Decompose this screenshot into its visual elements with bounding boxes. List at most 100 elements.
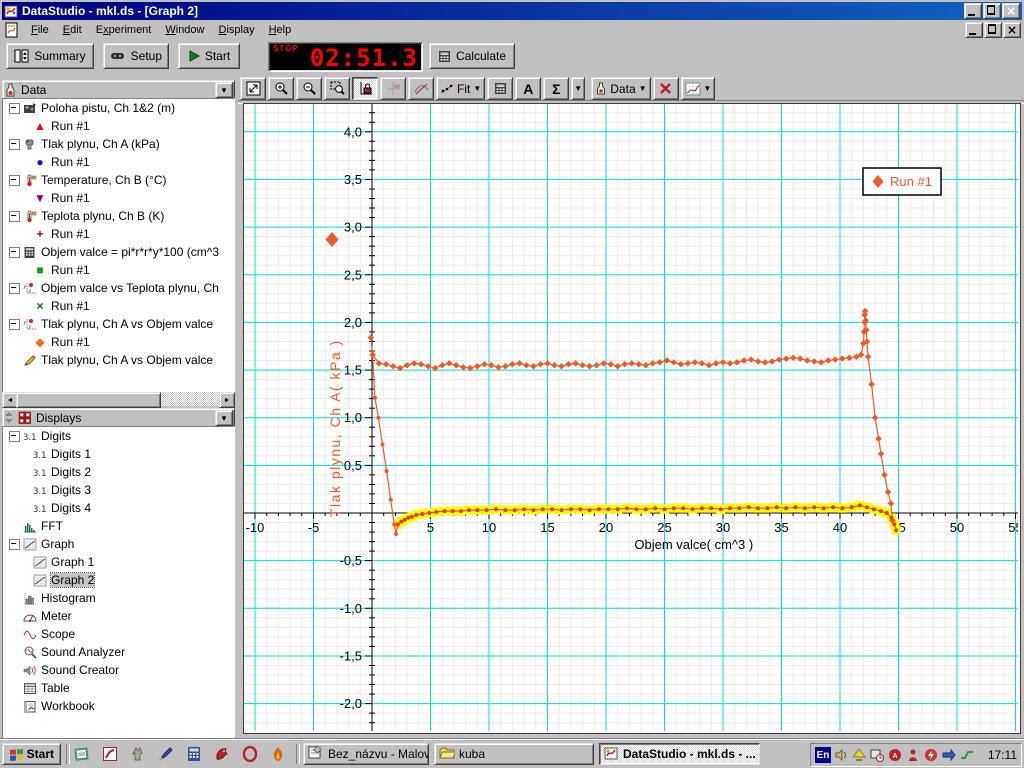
menu-help[interactable]: Help xyxy=(262,22,299,38)
zoom-select-button[interactable] xyxy=(324,77,350,100)
statistics-dropdown-button[interactable]: ▼ xyxy=(571,77,585,100)
tray-schedule-icon[interactable] xyxy=(869,747,885,763)
title-bar[interactable]: DataStudio - mkl.ds - [Graph 2] × xyxy=(2,2,1022,20)
displays-tree-child-item[interactable]: 3.14Digits 3 xyxy=(3,481,234,499)
calculator-tool-button[interactable] xyxy=(487,77,513,100)
zoom-in-button[interactable] xyxy=(268,77,294,100)
menu-file[interactable]: File xyxy=(24,22,56,38)
displays-panel-header[interactable]: Displays ▼ xyxy=(2,408,235,428)
data-tree-child-item[interactable]: +Run #1 xyxy=(3,225,234,243)
plot-area[interactable]: -10-5510152025303540455055-2,0-1,5-1,0-0… xyxy=(243,103,1021,734)
scroll-right-button[interactable]: ► xyxy=(219,392,235,408)
remove-button[interactable] xyxy=(653,77,679,100)
quicklaunch-hand-icon[interactable] xyxy=(128,745,147,763)
tray-volume-icon[interactable] xyxy=(833,747,849,763)
child-restore-button[interactable] xyxy=(984,22,1002,38)
minimize-button[interactable] xyxy=(964,3,982,19)
tray-wedge-icon[interactable] xyxy=(851,747,867,763)
data-tree-item[interactable]: Tlak plynu, Ch A vs Objem valce xyxy=(3,351,234,369)
collapse-box[interactable] xyxy=(9,431,20,442)
collapse-box[interactable] xyxy=(9,319,20,330)
quicklaunch-fire-icon[interactable] xyxy=(268,745,287,763)
menu-display[interactable]: Display xyxy=(212,22,262,38)
start-menu-button[interactable]: Start xyxy=(2,743,61,765)
displays-tree-item[interactable]: Graph xyxy=(3,535,234,553)
collapse-box[interactable] xyxy=(9,175,20,186)
data-tree-child-item[interactable]: ■Run #1 xyxy=(3,261,234,279)
displays-tree-child-item[interactable]: 3.14Digits 1 xyxy=(3,445,234,463)
quicklaunch-dragon-icon[interactable] xyxy=(212,745,231,763)
displays-dropdown-button[interactable]: ▼ xyxy=(215,410,233,426)
text-annotation-button[interactable]: A xyxy=(515,77,541,100)
graph-settings-button[interactable]: ▼ xyxy=(681,77,716,100)
data-dropdown-button[interactable]: ▼ xyxy=(215,82,233,98)
collapse-box[interactable] xyxy=(9,211,20,222)
collapse-box[interactable] xyxy=(9,283,20,294)
menu-window[interactable]: Window xyxy=(158,22,211,38)
restore-button[interactable] xyxy=(983,3,1001,19)
task-button-1[interactable]: Bez_názvu - Malování xyxy=(303,743,429,765)
data-tree-item[interactable]: Tlak plynu, Ch A (kPa) xyxy=(3,135,234,153)
zoom-out-button[interactable] xyxy=(296,77,322,100)
clock[interactable]: 17:11 xyxy=(988,748,1017,762)
legend[interactable]: Run #1 xyxy=(863,168,941,195)
displays-tree-child-item[interactable]: Graph 2 xyxy=(3,571,234,589)
tray-agent-icon[interactable] xyxy=(905,747,921,763)
start-button[interactable]: Start xyxy=(178,43,240,69)
quicklaunch-acrobat-icon[interactable] xyxy=(100,745,119,763)
displays-tree-item[interactable]: Histogram xyxy=(3,589,234,607)
data-tree-child-item[interactable]: ×Run #1 xyxy=(3,297,234,315)
collapse-box[interactable] xyxy=(9,247,20,258)
data-tree-item[interactable]: Poloha pistu, Ch 1&2 (m) xyxy=(3,99,234,117)
quicklaunch-notes-icon[interactable] xyxy=(72,745,91,763)
data-tree-child-item[interactable]: ◆Run #1 xyxy=(3,333,234,351)
collapse-box[interactable] xyxy=(9,103,20,114)
displays-tree-child-item[interactable]: 3.14Digits 4 xyxy=(3,499,234,517)
graph-canvas[interactable]: -10-5510152025303540455055-2,0-1,5-1,0-0… xyxy=(244,104,1018,731)
quicklaunch-opera-icon[interactable] xyxy=(240,745,259,763)
data-tree-child-item[interactable]: ●Run #1 xyxy=(3,153,234,171)
displays-tree-item[interactable]: Meter xyxy=(3,607,234,625)
displays-tree-item[interactable]: Sound Analyzer xyxy=(3,643,234,661)
data-tree-item[interactable]: Objem valce = pi*r*r*y*100 (cm^3 xyxy=(3,243,234,261)
quicklaunch-pen-icon[interactable] xyxy=(156,745,175,763)
language-indicator[interactable]: En xyxy=(815,747,831,763)
statistics-button[interactable]: Σ xyxy=(543,77,569,100)
quicklaunch-calculator-icon[interactable] xyxy=(184,745,203,763)
data-panel-header[interactable]: Data ▼ xyxy=(2,80,235,100)
task-button-2[interactable]: kuba xyxy=(434,743,594,765)
displays-tree-item[interactable]: Scope xyxy=(3,625,234,643)
tray-power-icon[interactable] xyxy=(923,747,939,763)
tray-ati-icon[interactable]: A xyxy=(887,747,903,763)
displays-tree-item[interactable]: 3.14Digits xyxy=(3,427,234,445)
data-tree-child-item[interactable]: ▲Run #1 xyxy=(3,117,234,135)
task-button-3[interactable]: DataStudio - mkl.ds - ... xyxy=(599,743,760,765)
calculate-button[interactable]: Calculate xyxy=(429,43,515,69)
setup-button[interactable]: Setup xyxy=(103,43,169,69)
scroll-thumb[interactable] xyxy=(16,392,161,408)
scale-to-fit-button[interactable] xyxy=(240,77,266,100)
displays-tree-child-item[interactable]: Graph 1 xyxy=(3,553,234,571)
lock-axes-button[interactable] xyxy=(352,77,378,100)
displays-tree-item[interactable]: FFT xyxy=(3,517,234,535)
displays-tree-item[interactable]: Workbook xyxy=(3,697,234,715)
displays-tree-item[interactable]: Sound Creator xyxy=(3,661,234,679)
menu-experiment[interactable]: Experiment xyxy=(89,22,159,38)
smart-xy-tool-button[interactable]: xy xyxy=(380,77,406,100)
displays-tree-item[interactable]: Table xyxy=(3,679,234,697)
tray-arrows-icon[interactable] xyxy=(941,747,957,763)
child-minimize-button[interactable] xyxy=(965,22,983,38)
collapse-box[interactable] xyxy=(9,539,20,550)
close-button[interactable]: × xyxy=(1002,3,1020,19)
data-tree-hscrollbar[interactable]: ◄ ► xyxy=(2,392,235,406)
fit-menu-button[interactable]: Fit ▼ xyxy=(436,77,485,100)
displays-tree-child-item[interactable]: 3.14Digits 2 xyxy=(3,463,234,481)
data-tree-child-item[interactable]: ▼Run #1 xyxy=(3,189,234,207)
data-tree-item[interactable]: xyObjem valce vs Teplota plynu, Ch xyxy=(3,279,234,297)
tray-zigzag-icon[interactable] xyxy=(959,747,975,763)
data-menu-button[interactable]: Data ▼ xyxy=(591,77,650,100)
summary-button[interactable]: Summary xyxy=(6,43,94,69)
document-icon[interactable] xyxy=(4,22,20,38)
collapse-box[interactable] xyxy=(9,139,20,150)
child-close-button[interactable]: × xyxy=(1003,22,1021,38)
